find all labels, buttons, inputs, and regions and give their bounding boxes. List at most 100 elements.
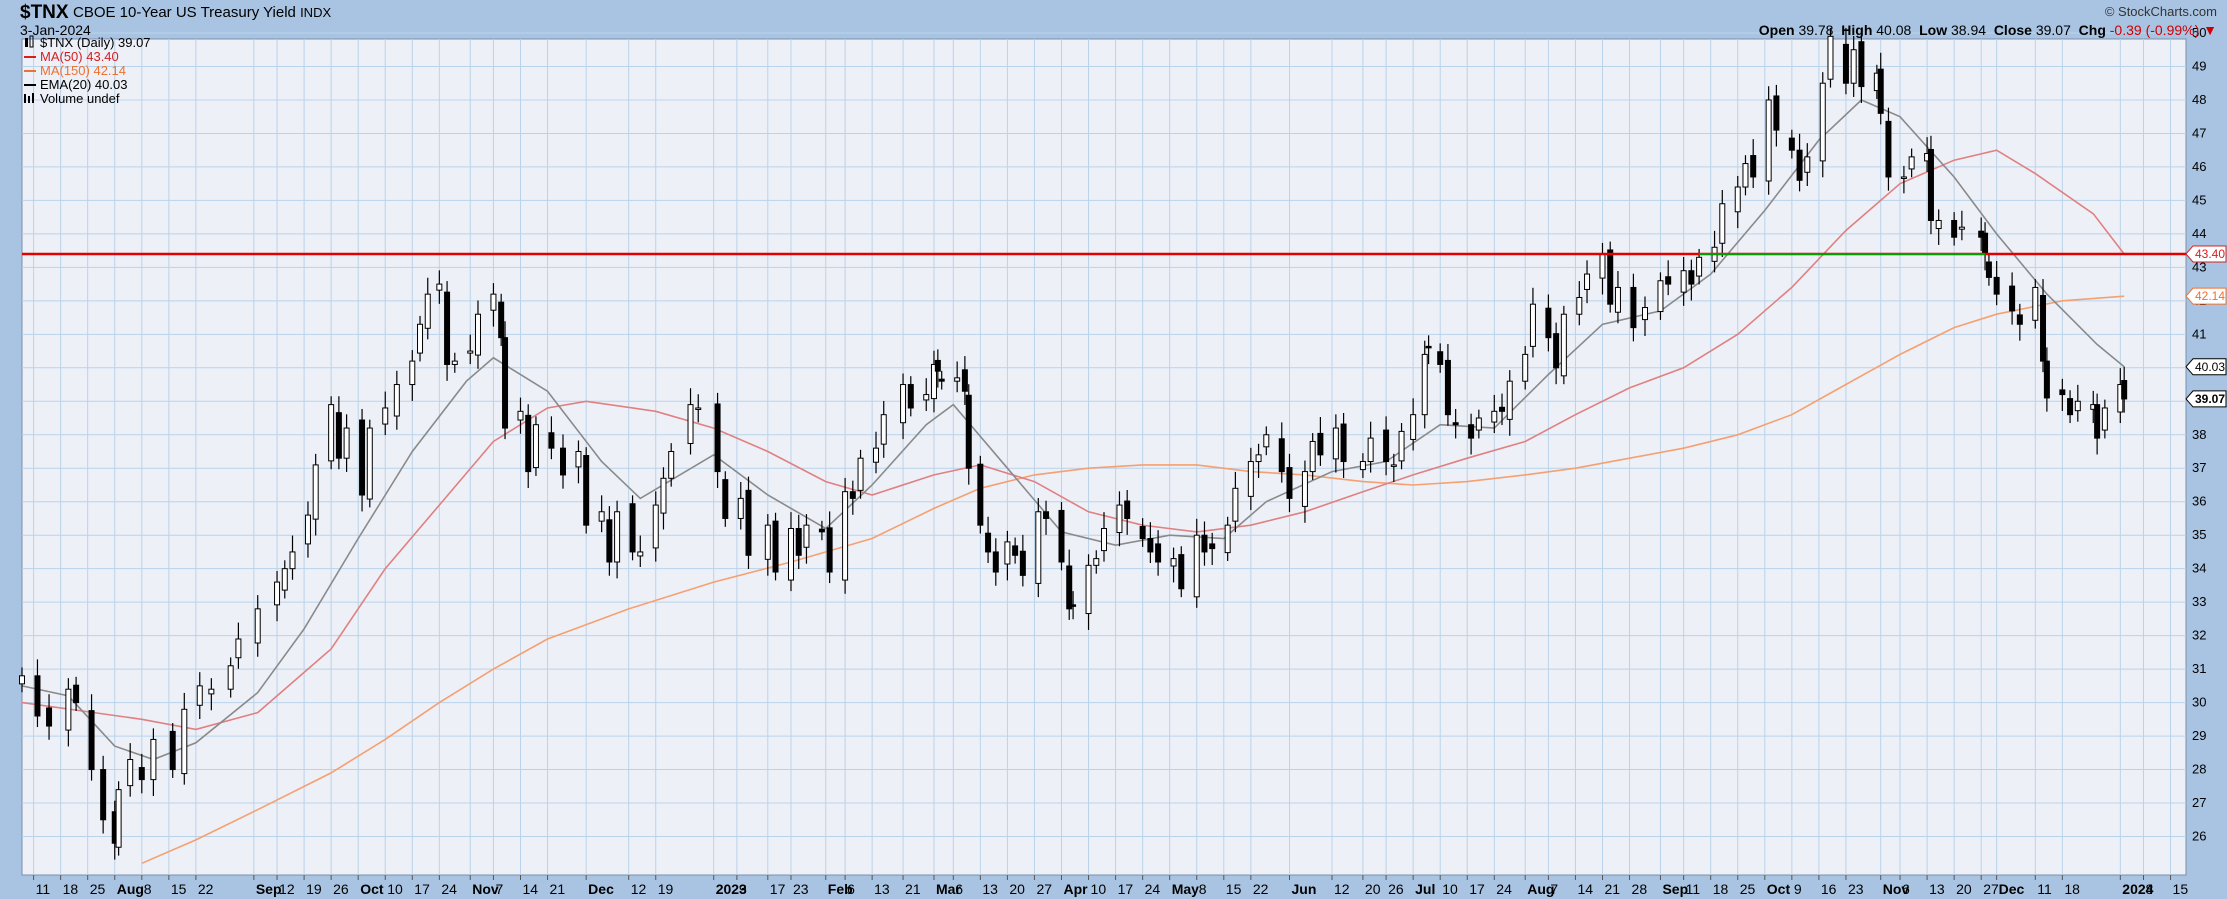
candle-body — [1599, 253, 1606, 279]
candle-body — [1885, 120, 1892, 178]
x-tick-label: 13 — [874, 881, 890, 897]
chg-label: Chg — [2078, 22, 2106, 38]
open-value: 39.78 — [1798, 22, 1834, 38]
x-tick-label: 24 — [1145, 881, 1161, 897]
candle-body — [1796, 149, 1803, 181]
y-tick-label: 44 — [2192, 226, 2206, 241]
x-tick-label: Apr — [1063, 881, 1088, 897]
candle-body — [687, 404, 694, 444]
candle-body — [1201, 534, 1208, 553]
candle-body — [393, 384, 400, 417]
candle-body — [1139, 525, 1146, 540]
high-value: 40.08 — [1876, 22, 1912, 38]
x-tick-label: 13 — [982, 881, 998, 897]
x-tick-label: 18 — [1713, 881, 1729, 897]
candle-body — [2101, 407, 2108, 431]
candle-body — [772, 520, 779, 573]
candle-body — [2032, 286, 2039, 321]
candle-body — [1742, 163, 1749, 188]
ticker-description: CBOE 10-Year US Treasury Yield INDX — [73, 4, 331, 21]
candle-body — [1301, 471, 1308, 507]
candle-body — [1390, 464, 1397, 467]
candle-body — [977, 463, 984, 526]
candle-body — [803, 524, 810, 548]
candle-body — [1819, 82, 1826, 162]
candle-body — [467, 350, 474, 354]
candle-body — [417, 323, 424, 354]
candle-body — [880, 414, 887, 445]
candle-body — [934, 359, 941, 372]
x-tick-label: 27 — [1983, 881, 1999, 897]
price-tag-label: 43.40 — [2195, 247, 2225, 261]
legend-volume-icon — [32, 93, 34, 103]
x-tick-label: Jul — [1415, 881, 1435, 897]
candle-body — [900, 384, 907, 424]
y-axis: 2627282930313233343536373839404142434445… — [2192, 25, 2206, 844]
close-label: Close — [1993, 22, 2032, 38]
x-tick-label: 12 — [1334, 881, 1350, 897]
candle-body — [1614, 286, 1621, 313]
candle-body — [2121, 380, 2128, 400]
candle-body — [1584, 273, 1591, 290]
candle-body — [343, 427, 350, 459]
candle-body — [289, 551, 296, 570]
candle-body — [1410, 414, 1417, 440]
y-tick-label: 26 — [2192, 829, 2206, 844]
candle-body — [1642, 307, 1648, 321]
x-tick-label: 18 — [63, 881, 79, 897]
candle-body — [1255, 454, 1262, 463]
candle-body — [1367, 437, 1374, 463]
candle-body — [474, 313, 481, 356]
candle-body — [382, 407, 389, 425]
candle-body — [598, 511, 605, 522]
down-arrow-icon: ▼ — [2203, 22, 2217, 38]
candle-body — [1070, 604, 1077, 607]
x-tick-label: Aug — [117, 881, 144, 897]
ticker-symbol: $TNX — [20, 2, 69, 23]
candle-body — [1155, 543, 1162, 563]
candle-body — [1437, 351, 1444, 365]
candle-body — [2074, 400, 2081, 412]
candle-body — [1286, 467, 1293, 499]
brand-logo[interactable]: © StockCharts.com — [2105, 4, 2217, 19]
candle-body — [88, 710, 95, 771]
x-tick-label: 22 — [1253, 881, 1269, 897]
candle-body — [1278, 438, 1285, 473]
legend-label: MA(150) 42.14 — [40, 63, 126, 78]
candle-body — [1560, 313, 1567, 377]
y-tick-label: 38 — [2192, 427, 2206, 442]
candle-body — [1951, 219, 1958, 238]
candle-body — [281, 568, 288, 591]
x-tick-label: 24 — [441, 881, 457, 897]
x-tick-label: 10 — [1091, 881, 1107, 897]
x-tick-label: 13 — [1929, 881, 1945, 897]
high-label: High — [1841, 22, 1873, 38]
price-tag-label: 42.14 — [2195, 289, 2225, 303]
x-tick-label: 7 — [495, 881, 503, 897]
candle-body — [181, 708, 188, 775]
candle-body — [1522, 353, 1529, 382]
candle-body — [1340, 423, 1347, 463]
candle-body — [826, 527, 833, 573]
candle-body — [2040, 294, 2047, 362]
price-tag-label: 40.03 — [2195, 360, 2225, 374]
candle-body — [961, 369, 968, 392]
x-tick-label: 9 — [1794, 881, 1802, 897]
candle-body — [1545, 307, 1552, 339]
candle-body — [1383, 429, 1390, 463]
candle-body — [1004, 541, 1011, 565]
candle-body — [1359, 461, 1366, 471]
candle-body — [764, 524, 771, 560]
candle-body — [359, 419, 366, 496]
x-tick-label: 6 — [1902, 881, 1910, 897]
x-tick-label: 23 — [1848, 881, 1864, 897]
x-tick-label: 8 — [2145, 881, 2153, 897]
candle-body — [19, 675, 25, 685]
candle-body — [1788, 137, 1795, 151]
candle-body — [366, 427, 373, 500]
legend-label: Volume undef — [40, 91, 120, 106]
candle-body — [1982, 232, 1989, 255]
candle-body — [304, 514, 311, 545]
x-tick-label: 15 — [2173, 881, 2189, 897]
x-tick-label: 6 — [955, 881, 963, 897]
